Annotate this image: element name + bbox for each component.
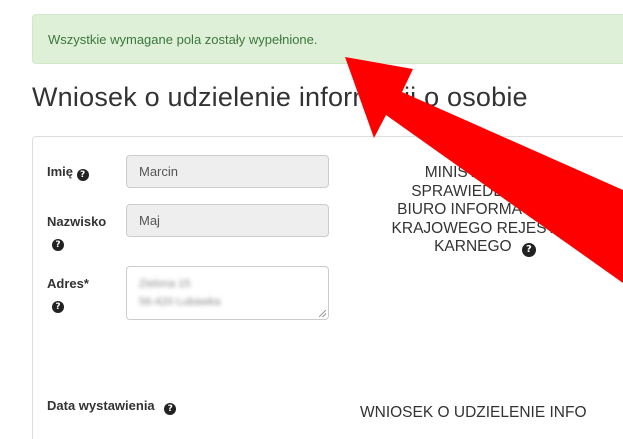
last-name-input[interactable]: Maj <box>126 204 329 237</box>
document-heading: WNIOSEK O UDZIELENIE INFO <box>360 404 587 421</box>
recipient-line: SPRAWIEDLIWOŚCI <box>411 182 559 200</box>
recipient-line: MINISTERSTWO <box>424 164 546 181</box>
help-icon[interactable]: ? <box>52 301 64 313</box>
first-name-label: Imię <box>47 164 74 179</box>
last-name-label: Nazwisko <box>47 214 107 229</box>
address-line-1: Zielona 15 <box>139 278 191 290</box>
issue-date-label-row: Data wystawienia ? <box>47 398 177 415</box>
issue-date-label: Data wystawienia <box>47 398 155 413</box>
address-help: ? <box>52 296 64 313</box>
last-name-label-row: Nazwisko <box>47 214 106 229</box>
last-name-help: ? <box>52 234 64 251</box>
first-name-label-row: Imię ? <box>47 164 89 181</box>
resize-grip-icon[interactable] <box>319 310 326 317</box>
last-name-value: Maj <box>139 213 160 228</box>
success-alert: Wszystkie wymagane pola zostały wypełnio… <box>32 14 623 64</box>
address-label-row: Adres* <box>47 276 89 291</box>
help-icon[interactable]: ? <box>164 403 177 415</box>
recipient-line-last: KARNEGO ? <box>360 238 610 257</box>
success-alert-message: Wszystkie wymagane pola zostały wypełnio… <box>48 32 318 47</box>
page-title: Wniosek o udzielenie informacji o osobie <box>32 82 528 112</box>
recipient-block: MINISTERSTWO SPRAWIEDLIWOŚCI BIURO INFOR… <box>360 164 610 257</box>
help-icon[interactable]: ? <box>76 169 89 181</box>
page: Wszystkie wymagane pola zostały wypełnio… <box>0 0 623 439</box>
recipient-line: BIURO INFORMACYJNE <box>397 201 573 218</box>
help-icon[interactable]: ? <box>52 239 64 251</box>
first-name-value: Marcin <box>139 164 179 179</box>
recipient-line: KRAJOWEGO REJESTRU <box>391 219 579 237</box>
address-line-2: 56-420 Lubawka <box>139 296 221 308</box>
address-textarea[interactable]: Zielona 15 56-420 Lubawka <box>126 266 329 320</box>
first-name-input[interactable]: Marcin <box>126 155 329 188</box>
address-label: Adres* <box>47 276 89 291</box>
recipient-line: KARNEGO <box>434 238 512 255</box>
help-icon[interactable]: ? <box>521 243 536 257</box>
